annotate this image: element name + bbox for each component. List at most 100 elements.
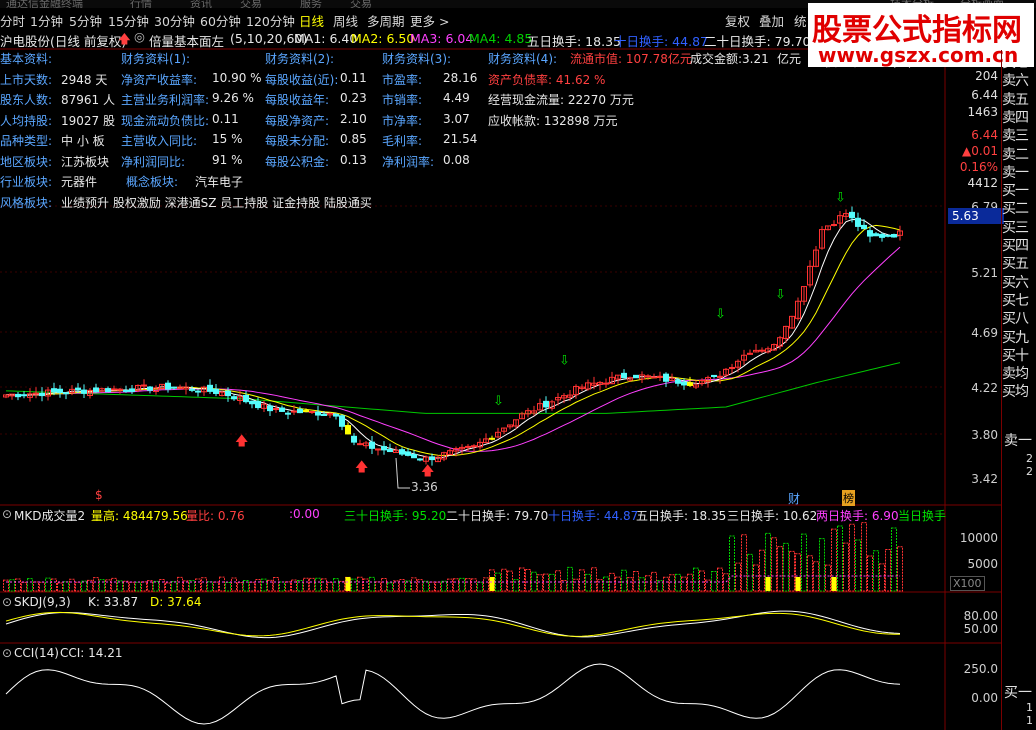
candle-body-37	[225, 390, 231, 397]
sell-signal-icon-3: ⇩	[775, 287, 786, 302]
candle-body-61	[369, 441, 375, 449]
volume-bar-89	[537, 574, 543, 592]
volume-bar-118	[711, 570, 717, 592]
volume-bar-79	[477, 581, 483, 592]
quote-value-5: 0.16%	[959, 160, 998, 174]
order-level-6[interactable]: 卖一	[1002, 162, 1036, 182]
sell-signal-icon-4: ⇩	[835, 191, 846, 206]
bottom-buy-one[interactable]: 买一	[1004, 682, 1032, 702]
volume-bar-3	[21, 581, 27, 592]
skdj-indicator-name[interactable]: SKDJ(9,3)	[14, 595, 71, 609]
candle-body-147	[885, 234, 891, 237]
fin3-value-1: 4.49	[443, 91, 470, 105]
candle-body-148	[891, 234, 897, 238]
lower-sell-val-0: 2	[1026, 452, 1033, 465]
volume-bar-140	[843, 542, 849, 592]
volume-bar-144	[867, 555, 873, 592]
volume-bar-111	[669, 574, 675, 592]
candle-body-141	[849, 211, 855, 219]
order-level-16[interactable]: 买十	[1002, 345, 1036, 365]
candle-body-55	[333, 413, 339, 417]
turnover-5d-vol: 五日换手: 18.35	[636, 509, 727, 523]
volume-bar-142	[855, 539, 861, 592]
fin3-label-4: 净利润率:	[382, 154, 435, 169]
volume-bar-115	[693, 567, 699, 592]
volume-bar-9	[57, 582, 63, 592]
volume-bar-131	[789, 550, 795, 592]
volume-bar-72	[435, 581, 441, 592]
order-level-9[interactable]: 买三	[1002, 217, 1036, 237]
volume-bar-56	[339, 580, 345, 592]
candle-body-66	[399, 449, 405, 455]
fin1-value-3: 15 %	[212, 132, 243, 146]
volume-bar-119	[717, 567, 723, 592]
order-level-3[interactable]: 卖四	[1002, 107, 1036, 127]
candle-body-146	[879, 233, 885, 238]
basic-label-4: 品种类型:	[0, 134, 53, 148]
volume-bar-60	[363, 578, 369, 592]
skdj-settings-icon[interactable]: ⊙	[2, 595, 12, 609]
order-level-12[interactable]: 买六	[1002, 272, 1036, 292]
low-price-pointer	[395, 457, 410, 489]
fin1-label-0: 净资产收益率:	[121, 72, 198, 87]
order-level-5[interactable]: 卖二	[1002, 144, 1036, 164]
order-level-10[interactable]: 买四	[1002, 235, 1036, 255]
candle-body-35	[213, 388, 219, 394]
volume-bar-121	[729, 535, 735, 592]
fin1-value-2: 0.11	[212, 111, 239, 126]
fin2-label-3: 每股未分配:	[265, 134, 330, 148]
volume-bar-70	[423, 580, 429, 592]
order-level-13[interactable]: 买七	[1002, 290, 1036, 310]
order-level-7[interactable]: 买一	[1002, 180, 1036, 200]
volume-bar-23	[141, 581, 147, 592]
basic-value-1: 2948 天	[61, 72, 108, 87]
volume-bar-86	[519, 567, 525, 592]
finance-event-marker[interactable]: 财	[788, 490, 800, 507]
buy-signal-icon-2: 🡅	[421, 464, 434, 479]
order-level-18[interactable]: 买均	[1002, 381, 1036, 401]
volume-bar-85	[513, 579, 519, 592]
order-level-14[interactable]: 买八	[1002, 308, 1036, 328]
volume-bar-137	[825, 564, 831, 592]
volume-bar-20	[123, 580, 129, 592]
candle-body-78	[471, 445, 477, 448]
cci-axis-0: 0.00	[971, 691, 998, 705]
volume-highlight-3	[795, 577, 801, 591]
order-level-17[interactable]: 卖均	[1002, 363, 1036, 383]
volume-bar-58	[351, 578, 357, 592]
order-level-8[interactable]: 买二	[1002, 198, 1036, 218]
fin4-item-0: 资产负债率: 41.62 %	[488, 72, 606, 87]
style-value: 业绩预升 股权激励 深港通SZ 员工持股 证金持股 陆股通买	[61, 195, 372, 210]
cci-indicator-name[interactable]: CCI(14)	[14, 646, 59, 660]
candle-body-49	[297, 408, 303, 414]
volume-bar-102	[615, 576, 621, 592]
volume-bar-110	[663, 576, 669, 592]
order-level-15[interactable]: 买九	[1002, 327, 1036, 347]
order-level-2[interactable]: 卖五	[1002, 89, 1036, 109]
dividend-marker[interactable]: $	[95, 488, 103, 502]
volume-bar-83	[501, 568, 507, 592]
candle-body-6	[39, 392, 45, 397]
volume-highlight-0	[345, 577, 351, 591]
cci-settings-icon[interactable]: ⊙	[2, 646, 12, 660]
volume-zero: :0.00	[289, 507, 320, 521]
volume-indicator-name[interactable]: MKD成交量2	[14, 507, 85, 524]
sell-signal-icon-2: ⇩	[715, 307, 726, 322]
kline-chart[interactable]: 🡅 🡅 🡅 ⇩ ⇩ ⇩ ⇩ ⇩	[0, 0, 1036, 730]
order-level-4[interactable]: 卖三	[1002, 125, 1036, 145]
volume-settings-icon[interactable]: ⊙	[2, 507, 12, 521]
candle-body-23	[141, 384, 147, 387]
order-level-11[interactable]: 买五	[1002, 253, 1036, 273]
candle-body-103	[621, 372, 627, 379]
candle-body-59	[357, 443, 363, 446]
candle-body-24	[147, 386, 153, 391]
turnover-10d-vol: 十日换手: 44.87	[548, 509, 639, 523]
lower-sell-one[interactable]: 卖一	[1004, 430, 1032, 450]
volume-bar-95	[573, 578, 579, 592]
order-level-1[interactable]: 卖六	[1002, 70, 1036, 90]
volume-bar-136	[819, 538, 825, 592]
quote-value-4: ▲0.01	[962, 144, 998, 158]
dragon-tiger-marker[interactable]: 榜	[842, 490, 855, 506]
candle-body-69	[417, 458, 423, 461]
candle-body-27	[165, 382, 171, 390]
